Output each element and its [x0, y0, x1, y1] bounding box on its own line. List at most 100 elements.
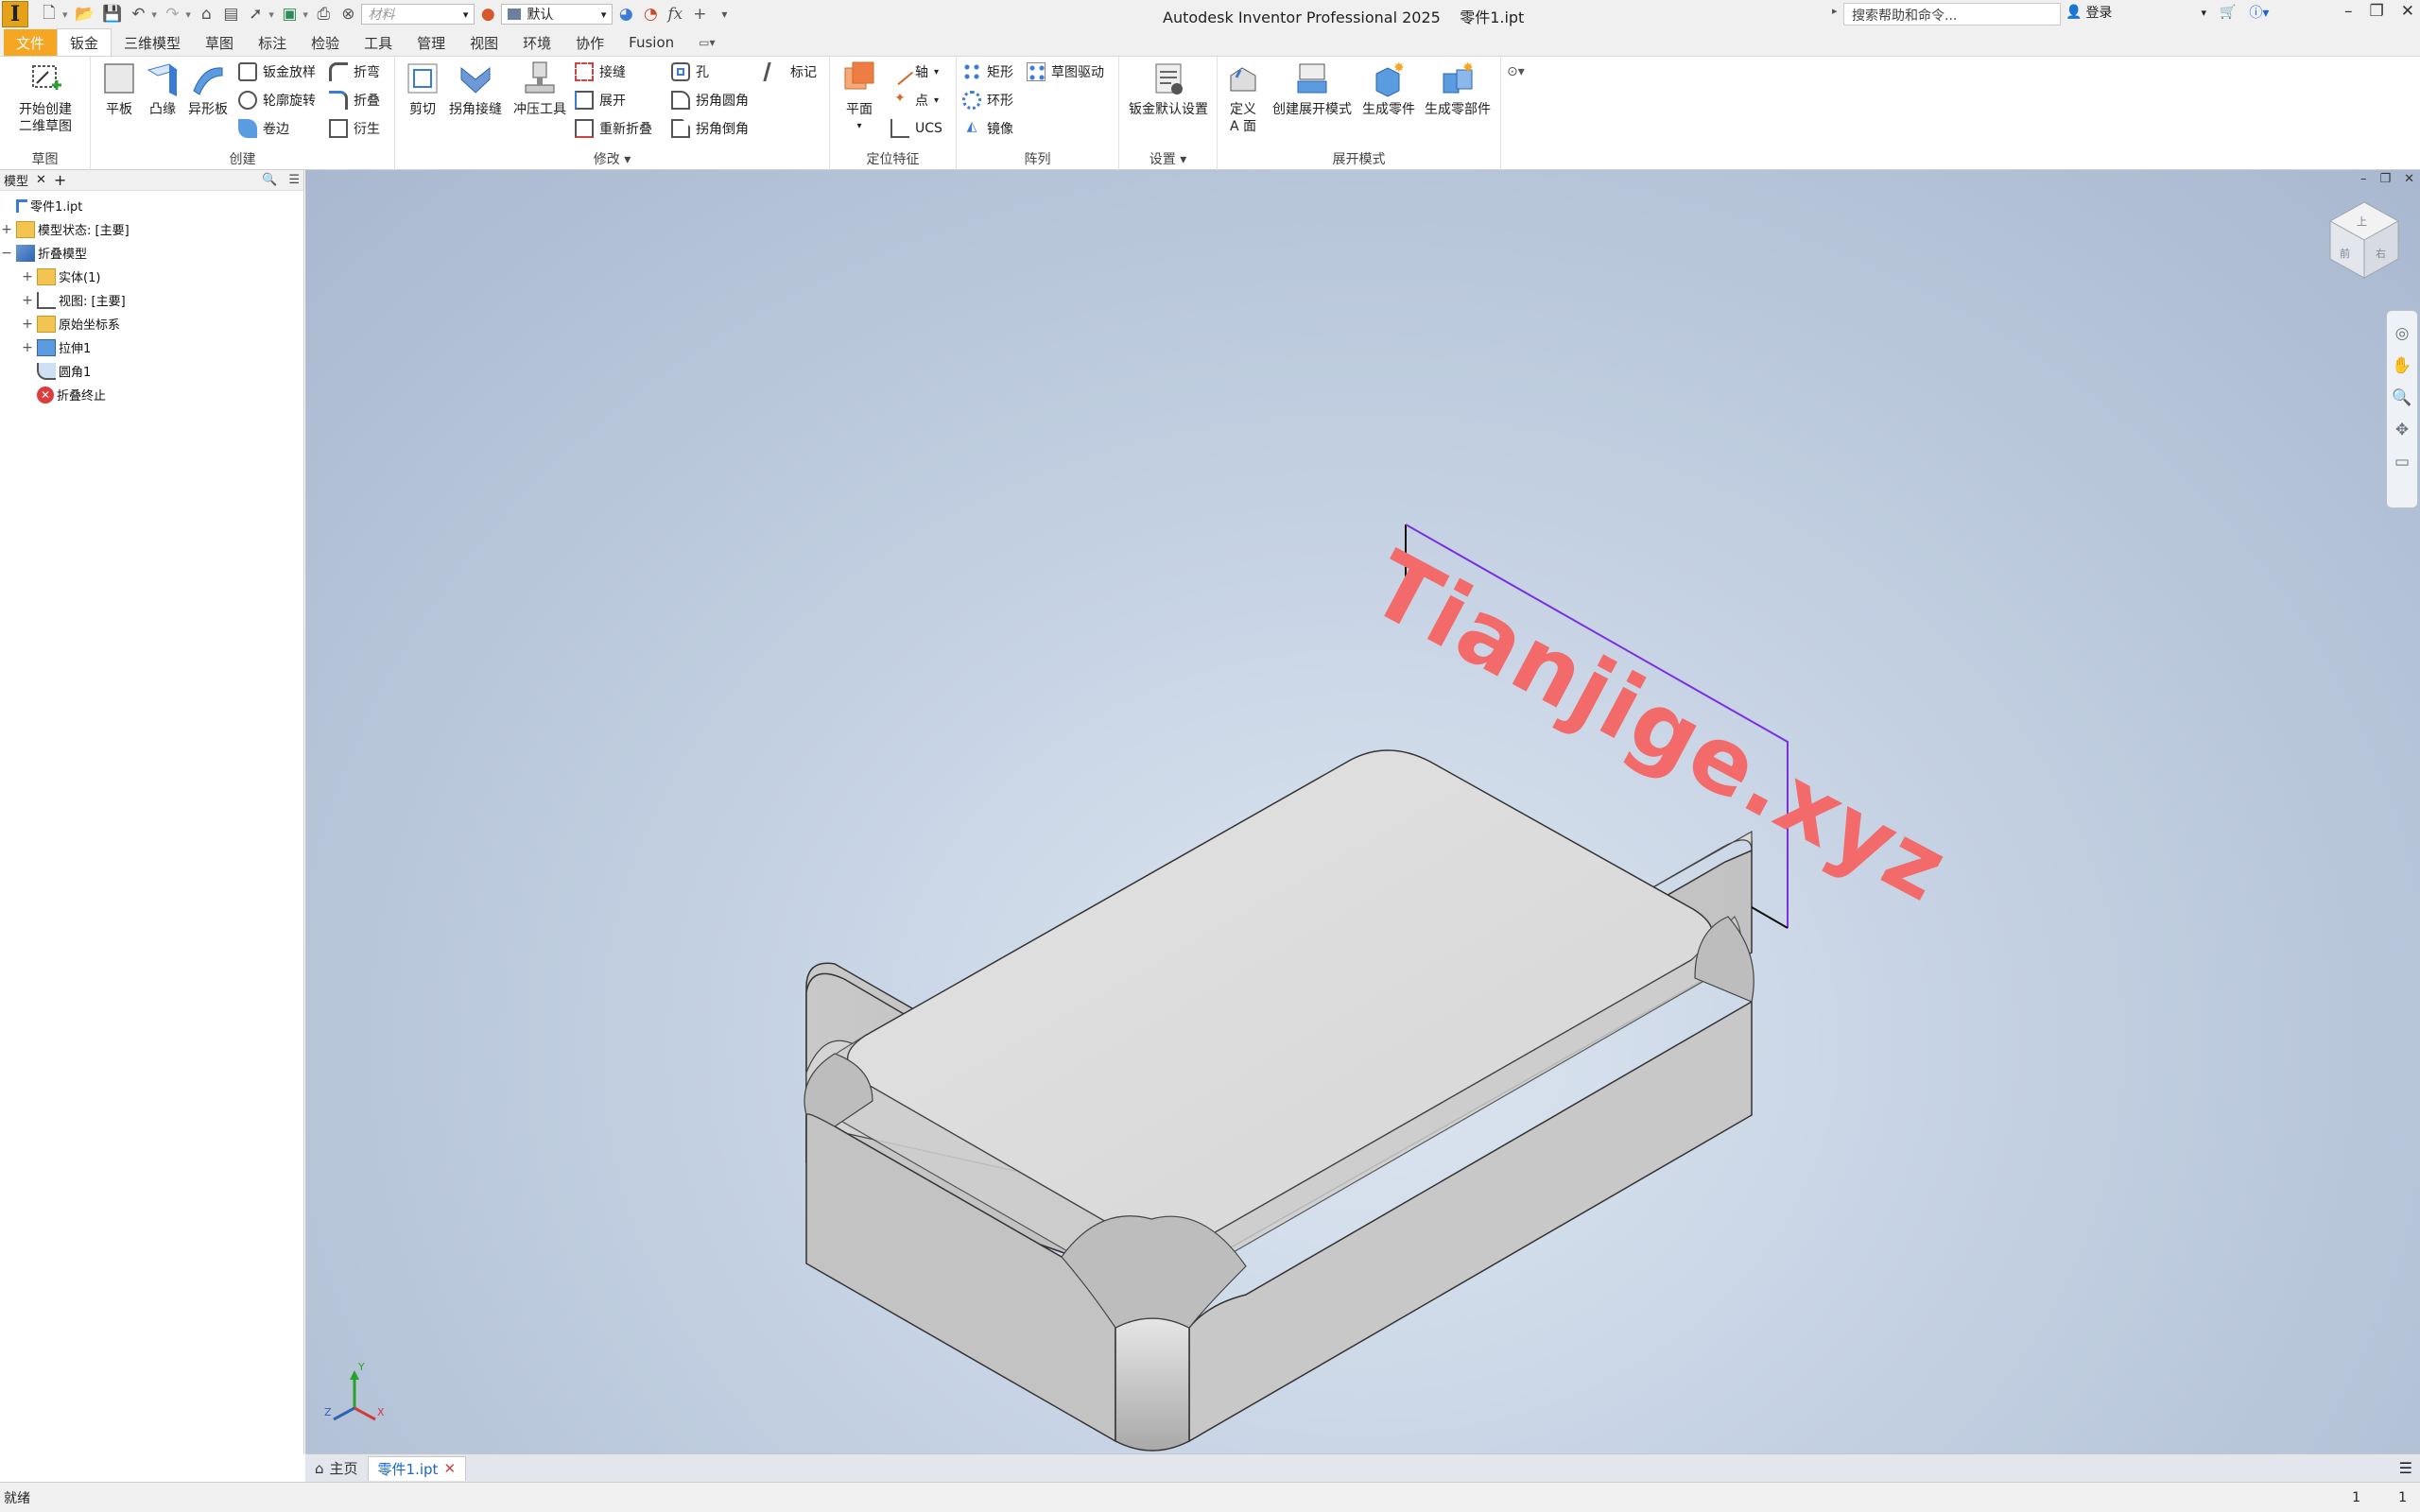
fx-button[interactable]: fx	[664, 3, 686, 26]
undo-icon[interactable]: ↶	[127, 3, 149, 26]
tree-expander-icon[interactable]: +	[21, 269, 34, 284]
corner-chamfer-button[interactable]: 拐角倒角	[671, 117, 749, 140]
color-wheel-icon[interactable]: ●	[476, 3, 499, 26]
tree-expander-icon[interactable]: +	[21, 340, 34, 355]
panel-label-modify[interactable]: 修改 ▾	[395, 149, 829, 168]
measure-icon[interactable]: ⊗	[337, 3, 359, 26]
ucs-button[interactable]: UCS	[890, 117, 942, 140]
tab-sheet-metal[interactable]: 钣金	[57, 28, 112, 56]
help-search-input[interactable]: 搜索帮助和命令...	[1843, 3, 2061, 26]
print-icon[interactable]: ⎙	[312, 3, 335, 26]
open-icon[interactable]: 📂	[72, 3, 97, 26]
close-icon[interactable]: ✕	[2401, 2, 2414, 21]
tab-annotate[interactable]: 标注	[246, 29, 299, 56]
select-icon[interactable]: ➚	[244, 3, 267, 26]
ribbon-extra-dropdown-icon[interactable]: ⊙▾	[1507, 64, 1525, 79]
doc-tab-close-icon[interactable]: ✕	[443, 1460, 456, 1477]
sm-loft-button[interactable]: 钣金放样	[238, 60, 316, 83]
viewcube[interactable]: 上 前 右	[2328, 201, 2400, 279]
refold-button[interactable]: 重新折叠	[575, 117, 652, 140]
corner-seam-button[interactable]: 拐角接缝	[442, 60, 509, 118]
login-link[interactable]: 登录	[2085, 3, 2112, 22]
tree-expander-icon[interactable]: +	[0, 222, 13, 237]
search-expand-icon[interactable]: ▸	[1832, 5, 1838, 17]
bend-button[interactable]: 折弯	[329, 60, 380, 83]
home-icon[interactable]: ⌂	[195, 3, 217, 26]
tree-expander-icon[interactable]: +	[21, 293, 34, 308]
tab-environments[interactable]: 环境	[510, 29, 563, 56]
tree-node-model-state[interactable]: + 模型状态: [主要]	[0, 217, 303, 241]
zoom-icon[interactable]: 🔍	[2392, 388, 2411, 407]
save-icon[interactable]: 💾	[99, 3, 125, 26]
browser-search-icon[interactable]: 🔍	[262, 173, 277, 187]
generate-components-button[interactable]: ✸ 生成零部件	[1418, 60, 1497, 118]
derive-button[interactable]: 衍生	[329, 117, 380, 140]
tree-node-origin[interactable]: + 原始坐标系	[0, 312, 303, 335]
tab-3d-model[interactable]: 三维模型	[112, 29, 193, 56]
panel-label-settings[interactable]: 设置 ▾	[1119, 149, 1217, 168]
cut-button[interactable]: 剪切	[399, 60, 446, 118]
mark-button[interactable]: 标记	[763, 60, 817, 83]
mirror-button[interactable]: ◭ 镜像	[962, 117, 1013, 140]
punch-tool-button[interactable]: 冲压工具	[507, 60, 573, 118]
tree-node-folded-model[interactable]: − 折叠模型	[0, 241, 303, 265]
material-dropdown[interactable]: 材料 ▾	[361, 4, 475, 25]
tab-sketch[interactable]: 草图	[193, 29, 246, 56]
tree-expander-icon[interactable]: −	[0, 246, 13, 261]
contour-flange-button[interactable]: 凸缘	[140, 60, 185, 118]
plus-icon[interactable]: +	[688, 3, 711, 26]
clear-appearance-icon[interactable]: ◔	[639, 3, 662, 26]
part-corner-post[interactable]	[1115, 1317, 1190, 1452]
tab-inspect[interactable]: 检验	[299, 29, 352, 56]
create-flat-pattern-button[interactable]: 创建展开模式	[1265, 60, 1359, 118]
sketch-edge-bottom[interactable]	[1751, 906, 1789, 929]
new-icon[interactable]: 🗋	[38, 3, 60, 26]
tab-tools[interactable]: 工具	[352, 29, 405, 56]
hem-button[interactable]: 卷边	[238, 117, 289, 140]
tree-node-view[interactable]: + 视图: [主要]	[0, 288, 303, 312]
update-icon[interactable]: ▣	[278, 3, 301, 26]
doc-tab-home[interactable]: ⌂ 主页	[305, 1456, 368, 1481]
adjust-icon[interactable]: ◕	[614, 3, 637, 26]
tree-node-solid-bodies[interactable]: + 实体(1)	[0, 265, 303, 288]
axis-button[interactable]: 轴 ▾	[886, 58, 939, 86]
ribbon-options-button[interactable]: ▭▾	[686, 29, 727, 56]
tree-node-extrusion1[interactable]: + 拉伸1	[0, 335, 303, 359]
lofted-flange-button[interactable]: 异形板	[182, 60, 234, 118]
start-sketch-button[interactable]: 开始创建 二维草图	[9, 60, 81, 135]
contour-roll-button[interactable]: 轮廓旋转	[238, 89, 316, 112]
tree-node-part[interactable]: 零件1.ipt	[0, 194, 303, 217]
fold-button[interactable]: 折叠	[329, 89, 380, 112]
browser-add-tab-icon[interactable]: +	[54, 171, 66, 189]
circular-pattern-button[interactable]: 环形	[962, 89, 1013, 112]
pan-icon[interactable]: ✋	[2392, 356, 2411, 375]
tree-node-fillet1[interactable]: 圆角1	[0, 359, 303, 383]
generate-part-button[interactable]: ✸ 生成零件	[1356, 60, 1422, 118]
unfold-button[interactable]: 展开	[575, 89, 626, 112]
restore-icon[interactable]: ❐	[2370, 2, 2384, 21]
properties-icon[interactable]: ▤	[219, 3, 242, 26]
tree-node-end-of-folded[interactable]: ✕ 折叠终止	[0, 383, 303, 406]
tab-file[interactable]: 文件	[4, 29, 58, 56]
point-button[interactable]: ✦ 点 ▾	[890, 89, 939, 112]
sketch-driven-button[interactable]: 草图驱动	[1027, 60, 1104, 83]
cart-icon[interactable]: 🛒	[2220, 5, 2236, 20]
graphics-viewport[interactable]: – ❐ ✕ X Y Z 上 前 右 Tianjige.xyz ◎ ✋ 🔍 ✥ ▭	[305, 170, 2420, 1453]
sm-defaults-button[interactable]: 钣金默认设置	[1123, 60, 1214, 118]
browser-tab-model[interactable]: 模型	[4, 171, 28, 189]
steering-wheel-icon[interactable]: ◎	[2395, 324, 2410, 343]
doc-tab-part1[interactable]: 零件1.ipt ✕	[367, 1455, 467, 1481]
redo-icon[interactable]: ↷	[161, 3, 183, 26]
tab-fusion[interactable]: Fusion	[616, 29, 686, 56]
user-icon[interactable]: 👤	[2066, 5, 2082, 20]
tab-view[interactable]: 视图	[458, 29, 510, 56]
login-dropdown-icon[interactable]: ▾	[2201, 7, 2206, 19]
tree-expander-icon[interactable]: +	[21, 317, 34, 332]
plane-button[interactable]: 平面 ▾	[836, 60, 883, 135]
help-icon[interactable]: ⓘ▾	[2249, 3, 2269, 22]
corner-round-button[interactable]: 拐角圆角	[671, 89, 749, 112]
face-button[interactable]: 平板	[96, 60, 142, 118]
doc-tabs-menu-icon[interactable]: ☰	[2399, 1459, 2412, 1477]
rip-button[interactable]: 接缝	[575, 60, 626, 83]
appearance-dropdown[interactable]: 默认 ▾	[501, 4, 614, 25]
